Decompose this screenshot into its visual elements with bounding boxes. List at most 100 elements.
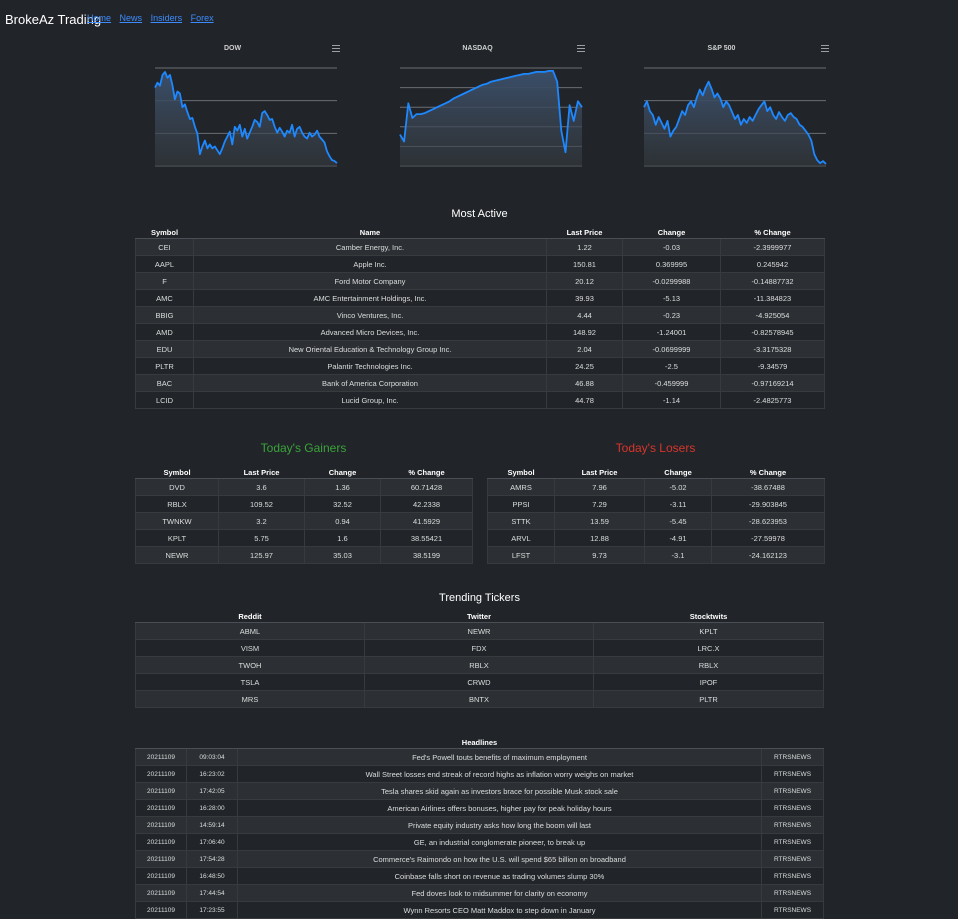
dow-chart: DOW	[125, 40, 340, 190]
column-header: % Change	[380, 466, 473, 479]
trending-row: TWOH RBLX RBLX	[135, 656, 824, 674]
gainer-row: NEWR 125.97 35.03 38.5199	[135, 546, 473, 564]
table-cell: AMC	[135, 289, 194, 307]
most-active-row: F Ford Motor Company 20.12 -0.0299988 -0.148…	[135, 272, 825, 290]
headline-date: 20211109	[135, 799, 187, 817]
table-cell: KPLT	[593, 622, 824, 640]
table-cell: -2.4825773	[720, 391, 825, 409]
table-cell: Camber Energy, Inc.	[193, 238, 547, 256]
chart-area	[155, 71, 337, 166]
gainer-row: DVD 3.6 1.36 60.71428	[135, 478, 473, 496]
headline-source: RTRSNEWS	[761, 765, 824, 783]
table-cell: 42.2338	[380, 495, 473, 513]
table-cell: Advanced Micro Devices, Inc.	[193, 323, 547, 341]
nav-link-insiders[interactable]: Insiders	[151, 13, 183, 23]
nav-link-forex[interactable]: Forex	[191, 13, 214, 23]
nav-link-home[interactable]: Home	[87, 13, 111, 23]
table-cell: CRWD	[364, 673, 594, 691]
table-cell: EDU	[135, 340, 194, 358]
table-cell: -0.03	[622, 238, 721, 256]
table-cell: AAPL	[135, 255, 194, 273]
chart-area	[400, 70, 582, 166]
column-header: Last Price	[554, 466, 645, 479]
headline-source: RTRSNEWS	[761, 901, 824, 919]
column-header: Symbol	[135, 226, 194, 239]
headline-text: Commerce's Raimondo on how the U.S. will…	[237, 850, 762, 868]
headline-source: RTRSNEWS	[761, 833, 824, 851]
loser-row: LFST 9.73 -3.1 -24.162123	[487, 546, 825, 564]
headline-text: GE, an industrial conglomerate pioneer, …	[237, 833, 762, 851]
table-cell: -3.3175328	[720, 340, 825, 358]
column-header: Last Price	[546, 226, 623, 239]
headline-row: 20211109 16:23:02 Wall Street losses end s…	[135, 765, 824, 783]
headline-row: 20211109 17:44:54 Fed doves look to midsum…	[135, 884, 824, 902]
table-cell: LRC.X	[593, 639, 824, 657]
table-cell: -3.11	[644, 495, 712, 513]
table-cell: VISM	[135, 639, 365, 657]
gainers-table: Symbol Last Price Change % Change DVD 3.6…	[135, 466, 473, 564]
table-cell: F	[135, 272, 194, 290]
table-cell: Apple Inc.	[193, 255, 547, 273]
headline-text: Wynn Resorts CEO Matt Maddox to step dow…	[237, 901, 762, 919]
table-cell: -24.162123	[711, 546, 825, 564]
headline-source: RTRSNEWS	[761, 816, 824, 834]
headlines-title: Headlines	[135, 736, 824, 749]
table-cell: CEI	[135, 238, 194, 256]
column-header: % Change	[720, 226, 825, 239]
headline-date: 20211109	[135, 850, 187, 868]
table-cell: -0.14887732	[720, 272, 825, 290]
table-cell: 35.03	[304, 546, 381, 564]
most-active-title: Most Active	[451, 208, 508, 220]
top-nav: Home News Insiders Forex	[87, 13, 220, 23]
most-active-table: Symbol Name Last Price Change % Change C…	[135, 226, 825, 409]
table-cell: 9.73	[554, 546, 645, 564]
column-header: Last Price	[218, 466, 305, 479]
table-cell: -5.45	[644, 512, 712, 530]
sp500-chart: S&P 500	[614, 40, 829, 190]
table-cell: 38.55421	[380, 529, 473, 547]
table-cell: 0.245942	[720, 255, 825, 273]
table-cell: 125.97	[218, 546, 305, 564]
most-active-row: CEI Camber Energy, Inc. 1.22 -0.03 -2.399997…	[135, 238, 825, 256]
column-header: Twitter	[364, 610, 594, 623]
headline-row: 20211109 17:42:05 Tesla shares skid again …	[135, 782, 824, 800]
headline-row: 20211109 16:28:00 American Airlines offers…	[135, 799, 824, 817]
most-active-row: AMD Advanced Micro Devices, Inc. 148.92 -1.…	[135, 323, 825, 341]
column-header: Symbol	[487, 466, 555, 479]
headline-time: 17:54:28	[186, 850, 238, 868]
headline-date: 20211109	[135, 782, 187, 800]
column-header: Change	[622, 226, 721, 239]
column-header: Stocktwits	[593, 610, 824, 623]
table-cell: AMC Entertainment Holdings, Inc.	[193, 289, 547, 307]
table-cell: STTK	[487, 512, 555, 530]
gainers-title: Today's Gainers	[260, 441, 347, 455]
headline-time: 17:44:54	[186, 884, 238, 902]
trending-row: ABML NEWR KPLT	[135, 622, 824, 640]
table-cell: -28.623953	[711, 512, 825, 530]
table-cell: -4.925054	[720, 306, 825, 324]
chart-plot	[643, 67, 827, 167]
gainer-row: KPLT 5.75 1.6 38.55421	[135, 529, 473, 547]
table-cell: 41.5929	[380, 512, 473, 530]
headline-row: 20211109 17:06:40 GE, an industrial conglo…	[135, 833, 824, 851]
headline-text: Coinbase falls short on revenue as tradi…	[237, 867, 762, 885]
headline-source: RTRSNEWS	[761, 748, 824, 766]
loser-row: PPSI 7.29 -3.11 -29.903845	[487, 495, 825, 513]
table-cell: 5.75	[218, 529, 305, 547]
table-cell: BBIG	[135, 306, 194, 324]
table-cell: 148.92	[546, 323, 623, 341]
table-cell: -0.23	[622, 306, 721, 324]
table-cell: 12.88	[554, 529, 645, 547]
table-cell: 3.6	[218, 478, 305, 496]
table-cell: -3.1	[644, 546, 712, 564]
trending-title: Trending Tickers	[439, 592, 520, 604]
table-cell: 4.44	[546, 306, 623, 324]
table-cell: 2.04	[546, 340, 623, 358]
table-cell: 1.36	[304, 478, 381, 496]
most-active-row: BBIG Vinco Ventures, Inc. 4.44 -0.23 -4.9250…	[135, 306, 825, 324]
headline-time: 17:23:55	[186, 901, 238, 919]
most-active-row: PLTR Palantir Technologies Inc. 24.25 -2.5-…	[135, 357, 825, 375]
nav-link-news[interactable]: News	[120, 13, 143, 23]
trending-table: Reddit Twitter Stocktwits ABML NEWR KPLT VI…	[135, 610, 824, 708]
nasdaq-chart: NASDAQ	[370, 40, 585, 190]
